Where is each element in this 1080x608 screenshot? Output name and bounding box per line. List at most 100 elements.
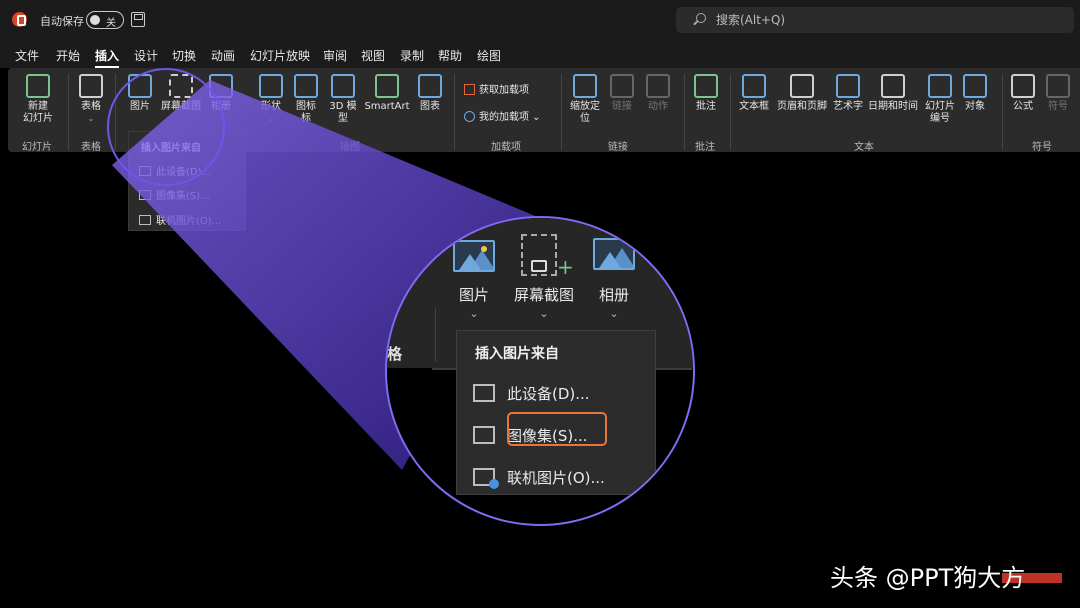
comment-label: 批注 bbox=[696, 101, 716, 112]
get-addins-button[interactable]: 获取加载项 bbox=[464, 81, 529, 96]
shapes-label: 形状 bbox=[261, 101, 281, 112]
tab-review[interactable]: 审阅 bbox=[323, 47, 347, 64]
smartart-icon bbox=[375, 74, 399, 98]
separator bbox=[115, 74, 116, 150]
tab-insert[interactable]: 插入 bbox=[95, 47, 120, 68]
tab-view[interactable]: 视图 bbox=[361, 47, 385, 64]
screenshot-button[interactable]: 屏幕截图 bbox=[158, 74, 204, 113]
tab-transitions[interactable]: 切换 bbox=[172, 47, 196, 64]
chart-button[interactable]: 图表 bbox=[416, 74, 444, 113]
lens-menu-item-online-pictures[interactable]: 联机图片(O)... bbox=[473, 467, 605, 489]
datetime-button[interactable]: 日期和时间 bbox=[868, 74, 918, 113]
zoom-button[interactable]: 缩放定 位 bbox=[566, 74, 604, 125]
album-icon bbox=[209, 74, 233, 98]
tab-home[interactable]: 开始 bbox=[56, 47, 80, 64]
new-slide-icon bbox=[26, 74, 50, 98]
picture-button[interactable]: 图片 bbox=[124, 74, 156, 113]
tab-slideshow[interactable]: 幻灯片放映 bbox=[250, 47, 310, 64]
image-set-icon bbox=[139, 190, 151, 200]
search-box[interactable] bbox=[676, 7, 1074, 33]
object-label: 对象 bbox=[965, 101, 985, 112]
search-input[interactable] bbox=[716, 11, 1016, 29]
chevron-down-icon: ⌄ bbox=[539, 307, 549, 320]
title-bar: 自动保存 关 bbox=[0, 0, 1080, 40]
my-addins-button[interactable]: 我的加载项 ⌄ bbox=[464, 108, 541, 123]
new-slide-label: 新建 bbox=[28, 101, 48, 112]
new-slide-button[interactable]: 新建 幻灯片 bbox=[18, 74, 58, 125]
group-links: 链接 bbox=[608, 142, 628, 153]
album-button[interactable]: 相册 bbox=[206, 74, 236, 113]
tab-file[interactable]: 文件 bbox=[15, 47, 39, 64]
lens-picture-button[interactable]: 图片 ⌄ bbox=[453, 284, 495, 320]
textbox-label: 文本框 bbox=[739, 101, 769, 112]
wordart-button[interactable]: 艺术字 bbox=[830, 74, 866, 113]
online-picture-icon bbox=[473, 468, 499, 489]
lens-menu-item-image-set[interactable]: 图像集(S)... bbox=[473, 425, 588, 446]
separator bbox=[561, 74, 562, 150]
lens-screenshot-label: 屏幕截图 bbox=[513, 286, 574, 304]
smartart-button[interactable]: SmartArt bbox=[364, 74, 410, 113]
action-button[interactable]: 动作 bbox=[644, 74, 672, 113]
menu-item-online-pictures[interactable]: 联机图片(O)... bbox=[139, 212, 221, 227]
new-slide-label-2: 幻灯片 bbox=[23, 113, 53, 124]
tab-design[interactable]: 设计 bbox=[134, 47, 158, 64]
my-addins-label: 我的加载项 bbox=[479, 112, 529, 123]
lens-menu-item-this-device[interactable]: 此设备(D)... bbox=[473, 383, 590, 404]
chevron-down-icon: ⌄ bbox=[609, 307, 619, 320]
lens-album-icon bbox=[593, 238, 635, 270]
lens-picture-label: 图片 bbox=[458, 286, 489, 304]
action-label: 动作 bbox=[648, 101, 668, 112]
icons-icon bbox=[294, 74, 318, 98]
separator bbox=[435, 308, 436, 362]
magnifier-lens: 格 图片 ⌄ + 屏幕截图 ⌄ 相册 ⌄ 插入图片来自 此设备(D)... 图像… bbox=[385, 216, 695, 526]
group-comments: 批注 bbox=[695, 142, 715, 153]
separator bbox=[68, 74, 69, 150]
lens-menu-item-label: 图像集(S)... bbox=[507, 427, 588, 445]
screenshot-label: 屏幕截图 bbox=[161, 101, 201, 112]
cube-icon bbox=[331, 74, 355, 98]
online-picture-icon bbox=[139, 215, 151, 225]
image-set-icon bbox=[473, 426, 495, 444]
menu-item-image-set[interactable]: 图像集(S)... bbox=[139, 187, 210, 202]
picture-icon bbox=[128, 74, 152, 98]
chevron-down-icon: ⌄ bbox=[267, 114, 275, 123]
shapes-button[interactable]: 形状 ⌄ bbox=[256, 74, 286, 125]
menu-tabs: 文件 开始 插入 设计 切换 动画 幻灯片放映 审阅 视图 录制 帮助 绘图 bbox=[0, 40, 1080, 68]
model3d-button[interactable]: 3D 模 型 bbox=[326, 74, 360, 125]
lens-picture-icon bbox=[453, 240, 495, 272]
menu-item-this-device[interactable]: 此设备(D)... bbox=[139, 163, 211, 178]
wordart-label: 艺术字 bbox=[833, 101, 863, 112]
comment-icon bbox=[694, 74, 718, 98]
tab-help[interactable]: 帮助 bbox=[438, 47, 462, 64]
lens-menu-header: 插入图片来自 bbox=[475, 346, 559, 362]
slide-number-icon bbox=[928, 74, 952, 98]
lens-album-button[interactable]: 相册 ⌄ bbox=[593, 284, 635, 320]
link-button[interactable]: 链接 bbox=[608, 74, 636, 113]
lens-screenshot-button[interactable]: 屏幕截图 ⌄ bbox=[507, 284, 581, 320]
lens-screenshot-icon: + bbox=[521, 234, 574, 277]
device-icon bbox=[473, 384, 495, 402]
tab-record[interactable]: 录制 bbox=[400, 47, 424, 64]
table-button[interactable]: 表格 ⌄ bbox=[74, 74, 108, 125]
comment-button[interactable]: 批注 bbox=[692, 74, 720, 113]
chevron-down-icon: ⌄ bbox=[87, 114, 95, 123]
equation-button[interactable]: 公式 bbox=[1008, 74, 1038, 113]
icons-button[interactable]: 图标 标 bbox=[292, 74, 320, 125]
slide-number-button[interactable]: 幻灯片 编号 bbox=[922, 74, 958, 125]
separator bbox=[684, 74, 685, 150]
save-icon[interactable] bbox=[131, 12, 145, 27]
autosave-toggle[interactable]: 关 bbox=[86, 11, 124, 29]
symbol-button[interactable]: 符号 bbox=[1044, 74, 1072, 113]
tab-draw[interactable]: 绘图 bbox=[477, 47, 501, 64]
autosave-label: 自动保存 bbox=[40, 15, 84, 28]
chart-icon bbox=[418, 74, 442, 98]
powerpoint-logo-icon bbox=[12, 12, 27, 27]
search-icon bbox=[696, 13, 706, 23]
header-footer-label: 页眉和页脚 bbox=[777, 101, 827, 112]
calendar-icon bbox=[881, 74, 905, 98]
lens-partial-label: 格 bbox=[387, 345, 403, 363]
header-footer-button[interactable]: 页眉和页脚 bbox=[776, 74, 828, 113]
object-button[interactable]: 对象 bbox=[960, 74, 990, 113]
textbox-button[interactable]: 文本框 bbox=[736, 74, 772, 113]
tab-animations[interactable]: 动画 bbox=[211, 47, 235, 64]
